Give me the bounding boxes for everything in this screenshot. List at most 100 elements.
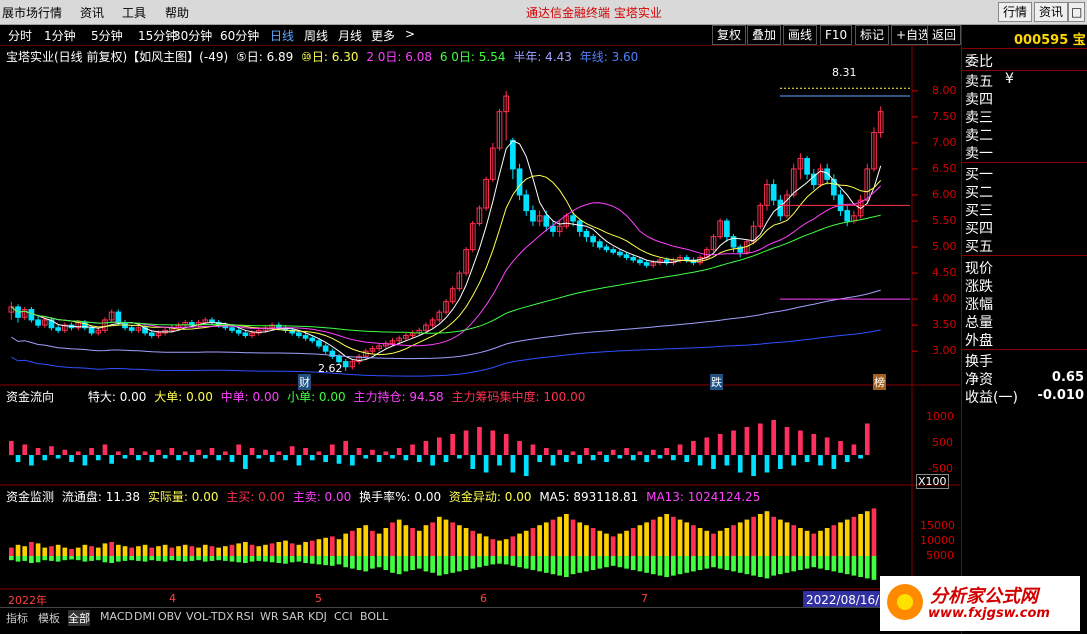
volume-neg-bar xyxy=(844,556,850,575)
volume-bar xyxy=(62,547,68,556)
candle-body xyxy=(596,241,603,248)
quote-panel: 000595 宝 委比 卖五 ¥ 卖四 卖三 卖二 卖一 买一 买二 买三 买四… xyxy=(961,25,1087,634)
candle-body xyxy=(530,210,536,222)
flower-center xyxy=(897,594,913,610)
fund-bar xyxy=(176,455,181,461)
volume-neg-bar xyxy=(343,556,349,568)
tab-obv[interactable]: OBV xyxy=(158,610,181,623)
fund-bar xyxy=(818,455,823,466)
volume-bar xyxy=(751,516,756,556)
divider xyxy=(962,48,1087,49)
chart-area[interactable] xyxy=(0,0,960,610)
tab-kdj[interactable]: KDJ xyxy=(308,610,327,623)
volume-neg-bar xyxy=(764,556,770,579)
volume-bar xyxy=(89,546,94,556)
volume-bar xyxy=(196,547,201,556)
tab-all[interactable]: 全部 xyxy=(68,610,90,626)
fund-bar xyxy=(162,455,168,459)
candle-body xyxy=(804,158,810,175)
price-tick-label: 3.00 xyxy=(932,344,957,358)
volume-bar xyxy=(744,519,750,556)
label-netasset: 净资 xyxy=(965,372,993,388)
volume-neg-bar xyxy=(838,556,843,573)
volume-bar xyxy=(323,537,328,556)
fund-bar xyxy=(731,430,736,455)
tab-macd[interactable]: MACD xyxy=(100,610,133,623)
label-volume: 总量 xyxy=(965,315,993,331)
volume-neg-bar xyxy=(630,556,636,570)
tab-template[interactable]: 模板 xyxy=(38,610,60,626)
volume-neg-bar xyxy=(69,556,74,560)
fund-bar xyxy=(450,434,456,455)
candle-body xyxy=(770,184,777,201)
volume-neg-bar xyxy=(89,556,94,561)
volume-neg-bar xyxy=(209,556,215,561)
volume-bar xyxy=(537,525,542,556)
volume-neg-bar xyxy=(550,556,556,575)
volume-bar xyxy=(737,522,743,556)
volume-neg-bar xyxy=(657,556,663,576)
volume-bar xyxy=(162,544,168,556)
volume-bar xyxy=(838,522,843,556)
volume-neg-bar xyxy=(691,556,696,572)
fund-bar xyxy=(864,423,870,455)
volume-neg-bar xyxy=(584,556,589,572)
volume-neg-bar xyxy=(737,556,743,573)
fund-bar xyxy=(851,444,857,455)
label-sell4: 卖四 xyxy=(965,92,993,108)
volume-neg-bar xyxy=(49,556,54,561)
volume-neg-bar xyxy=(871,556,877,580)
label-earn: 收益(一) xyxy=(965,390,1018,406)
tab-rsi[interactable]: RSI xyxy=(236,610,254,623)
fund-bar xyxy=(69,455,74,462)
volume-neg-bar xyxy=(664,556,670,577)
fund-bar xyxy=(838,441,843,455)
fund-bar xyxy=(182,451,188,455)
fund-tick-500: 500 xyxy=(932,436,953,449)
volume-bar xyxy=(517,533,522,556)
volume-neg-bar xyxy=(243,556,248,563)
label-turnover: 换手 xyxy=(965,354,993,370)
fund-bar xyxy=(55,455,61,459)
volume-neg-bar xyxy=(182,556,188,562)
tab-dmi[interactable]: DMI xyxy=(134,610,155,623)
volume-neg-bar xyxy=(236,556,242,563)
quote-button[interactable]: 行情 xyxy=(998,2,1033,22)
volume-bar xyxy=(75,547,81,556)
volume-bar xyxy=(523,530,529,556)
volume-neg-bar xyxy=(42,556,48,561)
fund-bar xyxy=(737,455,743,473)
candle-body xyxy=(583,230,590,238)
tab-sar[interactable]: SAR xyxy=(282,610,304,623)
volume-neg-bar xyxy=(142,556,148,562)
volume-neg-bar xyxy=(684,556,690,573)
tab-cci[interactable]: CCI xyxy=(334,610,353,623)
news-button[interactable]: 资讯 xyxy=(1034,2,1069,22)
tab-vol-tdx[interactable]: VOL-TDX xyxy=(186,610,234,623)
volume-bar xyxy=(577,522,583,556)
volume-bar xyxy=(503,539,509,556)
stock-code: 000595 宝 xyxy=(1014,33,1086,48)
candle-body xyxy=(28,309,35,321)
tab-indicator[interactable]: 指标 xyxy=(6,610,28,626)
tab-wr[interactable]: WR xyxy=(260,610,279,623)
volume-neg-bar xyxy=(610,556,616,566)
volume-bar xyxy=(483,536,489,556)
fund-bar xyxy=(329,444,335,455)
volume-neg-bar xyxy=(744,556,750,575)
restore-button[interactable]: □ xyxy=(1068,2,1086,22)
volume-neg-bar xyxy=(62,556,68,561)
volume-bar xyxy=(363,525,369,556)
price-tick-label: 4.50 xyxy=(932,266,957,280)
fund-bar xyxy=(149,455,155,462)
volume-neg-bar xyxy=(597,556,603,569)
fund-bar xyxy=(457,455,462,459)
volume-neg-bar xyxy=(29,556,34,563)
fund-bar xyxy=(463,430,469,455)
fund-bar xyxy=(336,455,342,464)
candle-body xyxy=(35,319,41,326)
tab-boll[interactable]: BOLL xyxy=(360,610,388,623)
volume-bar xyxy=(757,514,763,556)
volume-neg-bar xyxy=(309,556,315,564)
volume-bar xyxy=(423,525,429,556)
